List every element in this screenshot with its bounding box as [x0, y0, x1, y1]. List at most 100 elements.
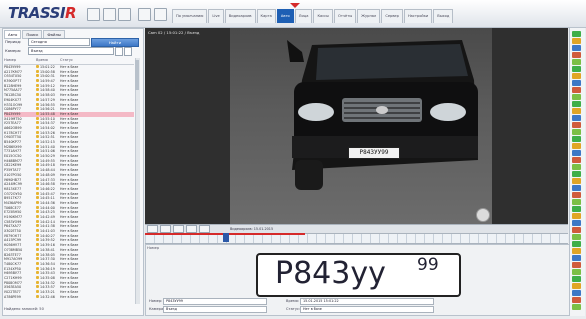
- camera-icon: [36, 238, 39, 242]
- close-icon[interactable]: [572, 164, 581, 170]
- grid-icon[interactable]: [572, 73, 581, 79]
- column-header[interactable]: Статус: [60, 58, 100, 64]
- refresh-icon[interactable]: [124, 47, 132, 56]
- camera-icon[interactable]: [572, 171, 581, 177]
- help-icon[interactable]: [572, 157, 581, 163]
- layout-icon[interactable]: [572, 115, 581, 121]
- period-select[interactable]: Сегодня: [28, 38, 90, 46]
- tab[interactable]: Видеоархив: [224, 9, 256, 23]
- tab[interactable]: Live: [208, 9, 224, 23]
- table-cell-text: 14:52:15: [40, 140, 55, 144]
- fullscreen-icon[interactable]: [572, 248, 581, 254]
- forward-icon[interactable]: [572, 52, 581, 58]
- forward-icon[interactable]: [572, 192, 581, 198]
- help-icon[interactable]: [572, 297, 581, 303]
- column-header[interactable]: Время: [36, 58, 60, 64]
- tab[interactable]: Настройки: [403, 9, 433, 23]
- print-icon[interactable]: [572, 290, 581, 296]
- sound-icon[interactable]: [572, 94, 581, 100]
- column-header[interactable]: Номер: [4, 58, 36, 64]
- pause-icon[interactable]: [173, 225, 184, 233]
- tab[interactable]: Авто: [276, 9, 294, 23]
- lock-icon[interactable]: [572, 136, 581, 142]
- table-row[interactable]: А786РЕ99 14:32:46 Нет в базе: [4, 294, 134, 300]
- sound-icon[interactable]: [572, 234, 581, 240]
- user-icon[interactable]: [572, 143, 581, 149]
- tab[interactable]: По умолчанию: [172, 9, 208, 23]
- tab[interactable]: Кассы: [313, 9, 333, 23]
- camera-icon: [36, 158, 39, 162]
- grid-icon[interactable]: [103, 8, 116, 21]
- tab[interactable]: Журнал: [357, 9, 381, 23]
- table-cell-text: 14:35:43: [40, 271, 55, 276]
- grid-9-icon[interactable]: [138, 8, 151, 21]
- camera-icon: [36, 294, 39, 298]
- forward-icon[interactable]: [186, 225, 197, 233]
- zoom-out-icon[interactable]: [572, 66, 581, 72]
- table-cell-text: 14:38:05: [40, 252, 55, 257]
- zoom-out-icon[interactable]: [572, 206, 581, 212]
- info-value: Р843УУ99: [163, 298, 267, 305]
- list-icon[interactable]: [572, 122, 581, 128]
- tab[interactable]: Лица: [294, 9, 313, 23]
- layout-icon[interactable]: [572, 255, 581, 261]
- camera-icon: [36, 186, 39, 190]
- user-icon[interactable]: [572, 283, 581, 289]
- layout-icon[interactable]: [87, 8, 100, 21]
- lock-icon[interactable]: [572, 276, 581, 282]
- camera-icon: [36, 205, 39, 209]
- refresh-icon[interactable]: [572, 129, 581, 135]
- timeline-cursor[interactable]: [223, 233, 229, 242]
- print-icon[interactable]: [572, 150, 581, 156]
- table-cell-text: 14:32:46: [40, 294, 55, 299]
- table-cell-text: 14:56:21: [40, 107, 55, 112]
- play-icon[interactable]: [160, 225, 171, 233]
- plate-number: P843yy: [275, 256, 386, 291]
- table-cell-text: 14:33:57: [40, 285, 55, 290]
- zoom-in-icon[interactable]: [572, 59, 581, 65]
- fullscreen-icon[interactable]: [572, 108, 581, 114]
- search-button[interactable]: Найти: [91, 38, 139, 47]
- zoom-in-icon[interactable]: [572, 199, 581, 205]
- rewind-icon[interactable]: [572, 45, 581, 51]
- table-cell-text: 15:01:22: [40, 65, 55, 69]
- export-icon[interactable]: [572, 220, 581, 226]
- grid-icon[interactable]: [572, 213, 581, 219]
- refresh-icon[interactable]: [572, 269, 581, 275]
- camera-icon[interactable]: [572, 31, 581, 37]
- scrollbar-thumb[interactable]: [135, 60, 139, 90]
- snapshot-icon[interactable]: [199, 225, 210, 233]
- tab[interactable]: Сервер: [381, 9, 403, 23]
- left-panel-tab[interactable]: Авто: [4, 30, 22, 39]
- table-cell-text: 14:48:09: [40, 172, 55, 177]
- camera-select[interactable]: Въезд: [28, 47, 114, 55]
- record-icon[interactable]: [572, 101, 581, 107]
- camera-icon: [36, 135, 39, 139]
- settings-icon[interactable]: [572, 87, 581, 93]
- grid-4-icon[interactable]: [118, 8, 131, 21]
- period-label: Период:: [5, 39, 22, 44]
- camera-icon: [36, 210, 39, 214]
- table-cell-text: 14:59:47: [40, 79, 55, 84]
- list-scrollbar[interactable]: [135, 58, 140, 304]
- export-icon[interactable]: [572, 80, 581, 86]
- grid-16-icon[interactable]: [154, 8, 167, 21]
- camera-icon: [36, 266, 39, 270]
- list-icon[interactable]: [572, 262, 581, 268]
- close-icon[interactable]: [572, 304, 581, 310]
- trassir-logo: TRASSIR: [8, 4, 77, 22]
- info-label: Номер:: [149, 299, 163, 303]
- tab[interactable]: Отчёты: [333, 9, 357, 23]
- play-icon[interactable]: [572, 38, 581, 44]
- tab[interactable]: Выход: [433, 9, 454, 23]
- rewind-icon[interactable]: [572, 185, 581, 191]
- zoom-icon[interactable]: [476, 208, 490, 222]
- rewind-icon[interactable]: [147, 225, 158, 233]
- table-cell-text: 14:41:38: [40, 224, 55, 229]
- filter-icon[interactable]: [115, 47, 123, 56]
- camera-icon: [36, 182, 39, 186]
- record-icon[interactable]: [572, 241, 581, 247]
- tab[interactable]: Карта: [256, 9, 276, 23]
- play-icon[interactable]: [572, 178, 581, 184]
- settings-icon[interactable]: [572, 227, 581, 233]
